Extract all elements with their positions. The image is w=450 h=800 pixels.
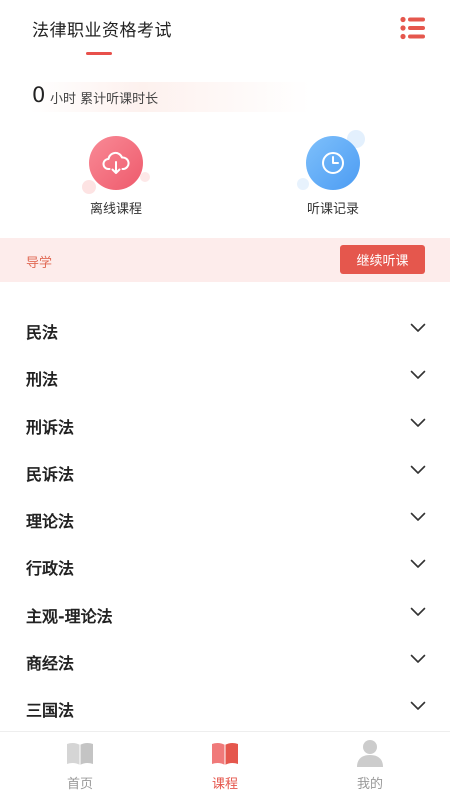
title-underline [86,52,112,55]
subject-name: 三国法 [26,701,75,720]
clock-icon [322,152,344,174]
study-time-summary: 0 小时 累计听课时长 [30,82,310,112]
tab-course[interactable]: 课程 [150,732,300,800]
tab-course-label: 课程 [211,777,238,792]
page-title: 法律职业资格考试 [32,21,172,41]
decor-dot [140,172,150,182]
subject-item[interactable]: 主观-理论法 [0,590,450,637]
tab-home-label: 首页 [66,777,93,792]
listening-history-button[interactable]: 听课记录 [277,130,387,222]
subject-item[interactable]: 三国法 [0,684,450,731]
tab-mine-label: 我的 [356,777,383,792]
subject-name: 行政法 [26,559,75,579]
tab-home[interactable]: 首页 [5,732,155,800]
menu-button[interactable] [400,16,426,40]
subject-name: 刑诉法 [26,417,75,437]
chevron-down-icon [410,465,426,474]
guide-bar: 导学 继续听课 [0,238,450,282]
subject-item[interactable]: 行政法 [0,542,450,589]
subject-item[interactable]: 商经法 [0,637,450,684]
user-icon [357,740,383,767]
book-icon [67,742,93,765]
chevron-down-icon [410,323,426,332]
guide-label: 导学 [26,256,53,271]
cloud-download-icon [102,151,130,174]
book-open-icon [212,742,238,765]
subject-item[interactable]: 刑诉法 [0,401,450,448]
subject-name: 民诉法 [26,464,75,484]
subject-item[interactable]: 理论法 [0,495,450,542]
offline-courses-button[interactable]: 离线课程 [60,136,170,222]
study-hours-value: 0 [32,83,46,107]
list-menu-icon [400,16,425,40]
chevron-down-icon [410,370,426,380]
continue-listening-button[interactable]: 继续听课 [340,245,425,274]
subject-name: 民法 [26,323,59,342]
chevron-down-icon [410,418,426,427]
decor-dot [297,178,309,190]
subject-name: 理论法 [26,512,75,531]
chevron-down-icon [410,512,426,521]
offline-courses-label: 离线课程 [89,202,142,217]
subject-name: 主观-理论法 [26,606,113,626]
bottom-tab-bar: 首页 课程 我的 [0,731,450,800]
chevron-down-icon [410,701,426,710]
subject-name: 商经法 [26,653,75,673]
history-icon-circle [306,136,360,190]
tab-mine[interactable]: 我的 [295,732,445,800]
header: 法律职业资格考试 [0,0,450,62]
chevron-down-icon [410,654,426,663]
listening-history-label: 听课记录 [306,202,359,217]
subject-name: 刑法 [26,370,59,390]
subject-item[interactable]: 民法 [0,306,450,353]
chevron-down-icon [410,559,426,569]
chevron-down-icon [410,607,426,616]
subject-item[interactable]: 刑法 [0,353,450,400]
subject-item[interactable]: 民诉法 [0,448,450,495]
study-hours-label: 小时 累计听课时长 [50,92,159,107]
offline-icon-circle [89,136,143,190]
decor-dot [82,180,96,194]
subject-list: 民法 刑法 刑诉法 民诉法 理论法 行政法 主观-理论法 商经法 三国法 [0,306,450,731]
